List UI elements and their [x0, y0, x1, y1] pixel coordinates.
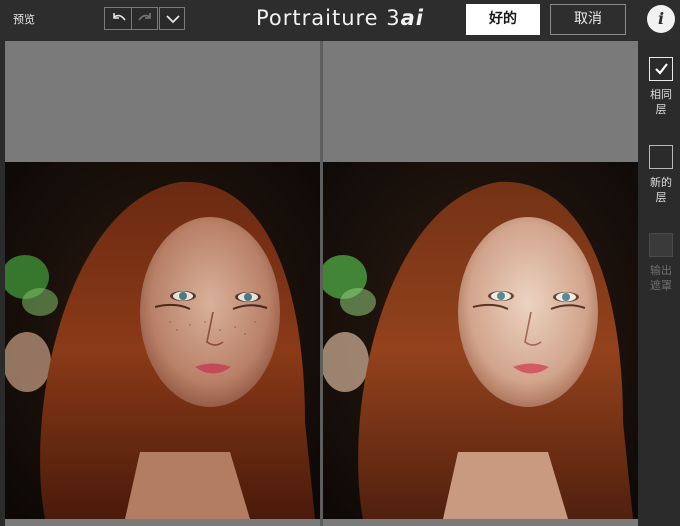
undo-button[interactable]: [104, 7, 132, 30]
chevron-down-icon: [166, 15, 180, 24]
new-layer-label-line1: 新的: [650, 176, 672, 189]
output-mask-label-line2: 遮罩: [650, 279, 672, 292]
app-title-main: Portraiture 3: [256, 6, 401, 30]
top-toolbar: 预览 Portraiture 3ai 好的 取消 i: [0, 0, 680, 40]
output-mask-label: 输出 遮罩: [644, 263, 678, 293]
output-mask-label-line1: 输出: [650, 264, 672, 277]
same-layer-label: 相同 层: [644, 87, 678, 117]
same-layer-label-line1: 相同: [650, 88, 672, 101]
new-layer-checkbox[interactable]: [649, 145, 673, 169]
app-title: Portraiture 3ai: [256, 6, 424, 30]
new-layer-label-line2: 层: [655, 191, 667, 204]
redo-button[interactable]: [132, 7, 158, 30]
history-dropdown-button[interactable]: [159, 7, 185, 30]
undo-icon: [113, 13, 126, 21]
same-layer-label-line2: 层: [655, 103, 667, 116]
ok-button[interactable]: 好的: [466, 4, 540, 35]
redo-icon: [138, 13, 151, 21]
same-layer-checkbox[interactable]: [649, 57, 673, 81]
checkmark-icon: [655, 63, 668, 75]
output-options-panel: 相同 层 新的 层 输出 遮罩: [640, 41, 680, 526]
portrait-image-before: [5, 162, 320, 519]
before-preview-pane[interactable]: [5, 41, 320, 526]
new-layer-label: 新的 层: [644, 175, 678, 205]
info-icon[interactable]: i: [647, 5, 675, 33]
after-preview-pane[interactable]: [323, 41, 638, 526]
app-title-version: ai: [400, 6, 425, 30]
output-mask-checkbox: [649, 233, 673, 257]
cancel-button[interactable]: 取消: [550, 4, 626, 35]
preview-label: 预览: [13, 13, 35, 26]
portrait-image-after: [323, 162, 638, 519]
